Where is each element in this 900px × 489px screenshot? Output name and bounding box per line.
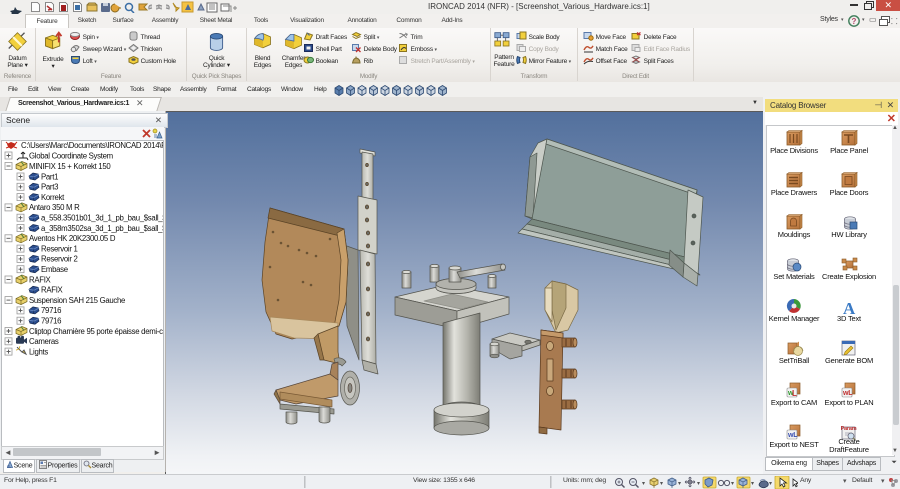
svg-text:▾: ▾ [642,481,645,487]
svg-text:Mouldings: Mouldings [778,230,811,239]
svg-text:HW Library: HW Library [831,230,867,239]
svg-text:RAFIX: RAFIX [29,275,52,284]
svg-text:Embase: Embase [41,265,68,274]
svg-text:wL: wL [842,390,853,397]
svg-text:Lights: Lights [29,347,48,356]
svg-text:Korrekt: Korrekt [41,193,65,202]
svg-text:Antaro 350 M R: Antaro 350 M R [29,203,80,212]
svg-text:▾: ▾ [678,481,681,487]
svg-text:Place Divisions: Place Divisions [770,146,818,155]
svg-text:RAFIX: RAFIX [41,286,64,295]
svg-text:Suspension SAH 215 Gauche: Suspension SAH 215 Gauche [29,296,125,305]
svg-text:Export to PLAN: Export to PLAN [825,398,874,407]
svg-text:Part1: Part1 [41,172,58,181]
svg-text:Export to NEST: Export to NEST [769,440,819,449]
svg-text:Create Explosion: Create Explosion [822,272,876,281]
svg-text:DraftFeature: DraftFeature [829,445,869,454]
svg-text:Place Drawers: Place Drawers [771,188,818,197]
svg-text:Cameras: Cameras [29,337,59,346]
svg-text:Cliptop Charnière 95 porte épa: Cliptop Charnière 95 porte épaisse demi-… [29,327,163,336]
svg-text:Param: Param [841,426,857,432]
svg-text:MINIFIX 15 + Korrekt 150: MINIFIX 15 + Korrekt 150 [29,162,111,171]
svg-text:Aventos HK 20K2300.05 D: Aventos HK 20K2300.05 D [29,234,116,243]
svg-text:79716: 79716 [41,317,61,326]
svg-text:Reservoir 2: Reservoir 2 [41,255,78,264]
svg-text:Kernel Manager: Kernel Manager [769,314,820,323]
svg-text:wL: wL [787,432,798,439]
svg-text:Set Materials: Set Materials [773,272,815,281]
svg-text:a_358m3502sa_3d_1_pb_bau_$sall: a_358m3502sa_3d_1_pb_bau_$sall_$acad_$ [41,224,163,233]
svg-text:▾: ▾ [769,481,772,487]
svg-text:▾: ▾ [751,481,754,487]
svg-text:Part3: Part3 [41,183,58,192]
svg-text:C:\Users\Marc\Documents\IRONCA: C:\Users\Marc\Documents\IRONCAD 2014\Fly… [21,141,163,150]
svg-text:Generate BOM: Generate BOM [825,356,873,365]
svg-text:Export to CAM: Export to CAM [771,398,817,407]
svg-text:79716: 79716 [41,306,61,315]
svg-text:?: ? [852,17,857,26]
svg-text:▾: ▾ [731,481,734,487]
svg-text:Place Panel: Place Panel [830,146,868,155]
svg-text:Reservoir 1: Reservoir 1 [41,244,78,253]
svg-text:▾: ▾ [697,481,700,487]
svg-text:Global Coordinate System: Global Coordinate System [29,152,113,161]
svg-text:SetTriBall: SetTriBall [779,356,810,365]
svg-text:▾: ▾ [660,481,663,487]
svg-text:a_558.3501b01_3d_1_pb_bau_$sal: a_558.3501b01_3d_1_pb_bau_$sall_$acad_$ [41,214,163,223]
svg-text:3D Text: 3D Text [837,314,862,323]
svg-text:Place Doors: Place Doors [830,188,869,197]
